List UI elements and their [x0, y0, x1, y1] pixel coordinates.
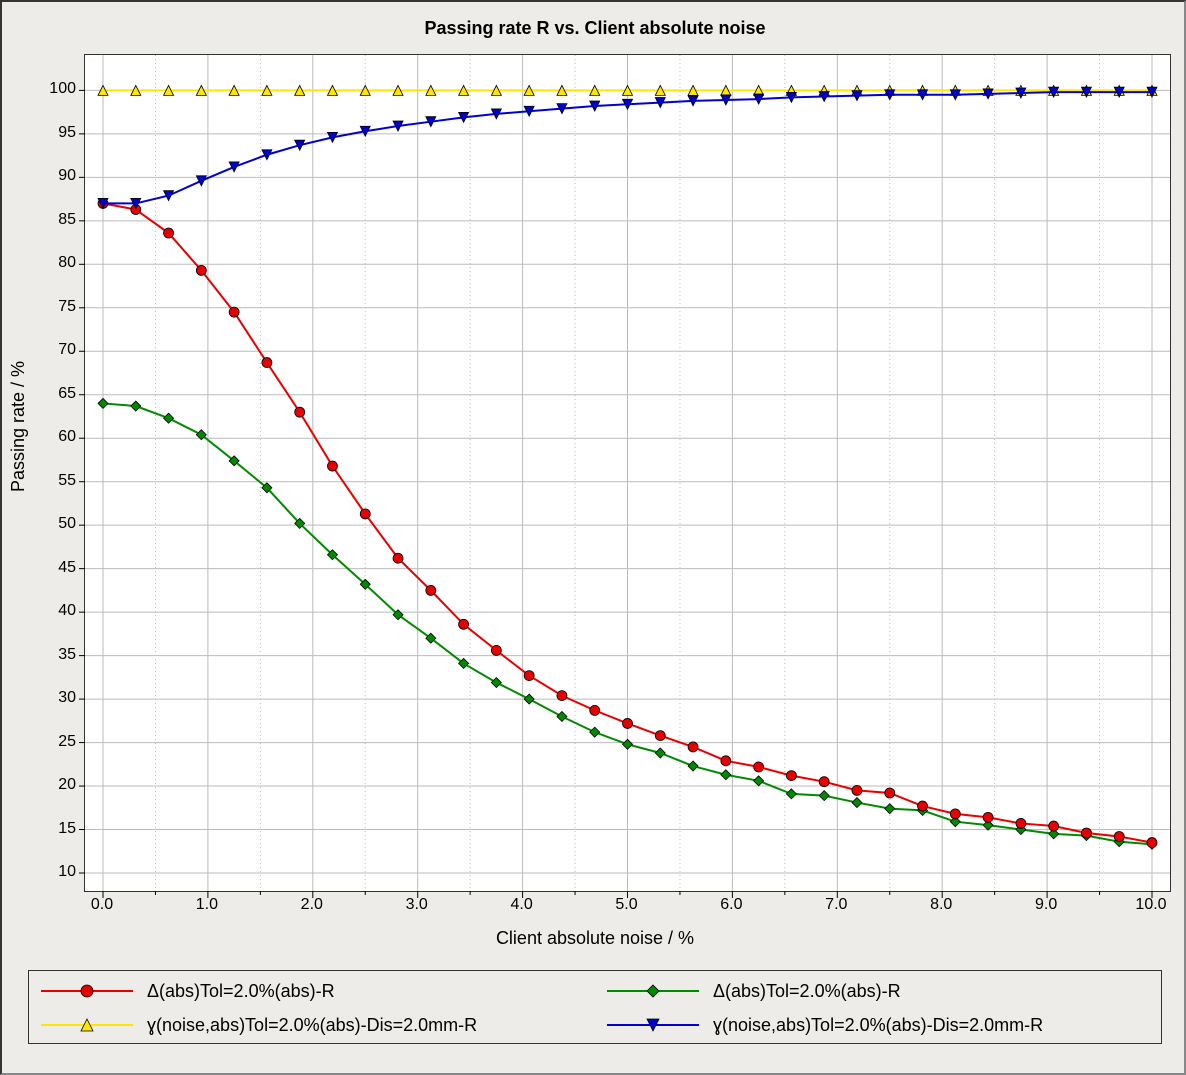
x-tick-label: 5.0	[615, 896, 637, 914]
y-tick-label: 80	[16, 254, 76, 272]
x-tick-label: 9.0	[1035, 896, 1057, 914]
legend-item: Δ(abs)Tol=2.0%(abs)-R	[29, 973, 595, 1009]
legend-label: ɣ(noise,abs)Tol=2.0%(abs)-Dis=2.0mm-R	[713, 1015, 1043, 1036]
y-tick-label: 70	[16, 341, 76, 359]
y-tick-label: 85	[16, 211, 76, 229]
plot-svg	[85, 55, 1170, 891]
y-tick-label: 30	[16, 689, 76, 707]
x-tick-label: 2.0	[301, 896, 323, 914]
y-tick-label: 75	[16, 298, 76, 316]
legend-label: Δ(abs)Tol=2.0%(abs)-R	[147, 981, 335, 1002]
x-tick-label: 10.0	[1135, 896, 1166, 914]
y-tick-label: 20	[16, 776, 76, 794]
x-tick-label: 3.0	[406, 896, 428, 914]
y-tick-label: 15	[16, 820, 76, 838]
y-tick-label: 10	[16, 863, 76, 881]
legend-item: ɣ(noise,abs)Tol=2.0%(abs)-Dis=2.0mm-R	[595, 1007, 1161, 1043]
y-tick-label: 60	[16, 428, 76, 446]
x-tick-label: 1.0	[196, 896, 218, 914]
x-tick-label: 6.0	[720, 896, 742, 914]
y-tick-label: 40	[16, 602, 76, 620]
x-tick-label: 4.0	[510, 896, 532, 914]
legend-label: ɣ(noise,abs)Tol=2.0%(abs)-Dis=2.0mm-R	[147, 1015, 477, 1036]
y-tick-label: 90	[16, 167, 76, 185]
y-tick-label: 50	[16, 515, 76, 533]
legend-label: Δ(abs)Tol=2.0%(abs)-R	[713, 981, 901, 1002]
y-tick-label: 55	[16, 472, 76, 490]
chart-frame: Passing rate R vs. Client absolute noise…	[0, 0, 1186, 1075]
y-tick-label: 100	[16, 80, 76, 98]
chart-title: Passing rate R vs. Client absolute noise	[2, 18, 1186, 39]
y-tick-label: 35	[16, 646, 76, 664]
plot-area	[84, 54, 1171, 892]
x-tick-label: 7.0	[825, 896, 847, 914]
y-tick-label: 25	[16, 733, 76, 751]
x-tick-label: 0.0	[91, 896, 113, 914]
legend-item: Δ(abs)Tol=2.0%(abs)-R	[595, 973, 1161, 1009]
x-axis-label: Client absolute noise / %	[2, 928, 1186, 949]
x-tick-label: 8.0	[930, 896, 952, 914]
legend-item: ɣ(noise,abs)Tol=2.0%(abs)-Dis=2.0mm-R	[29, 1007, 595, 1043]
y-tick-label: 45	[16, 559, 76, 577]
legend: Δ(abs)Tol=2.0%(abs)-R Δ(abs)Tol=2.0%(abs)…	[28, 970, 1162, 1044]
y-tick-label: 95	[16, 124, 76, 142]
y-tick-label: 65	[16, 385, 76, 403]
